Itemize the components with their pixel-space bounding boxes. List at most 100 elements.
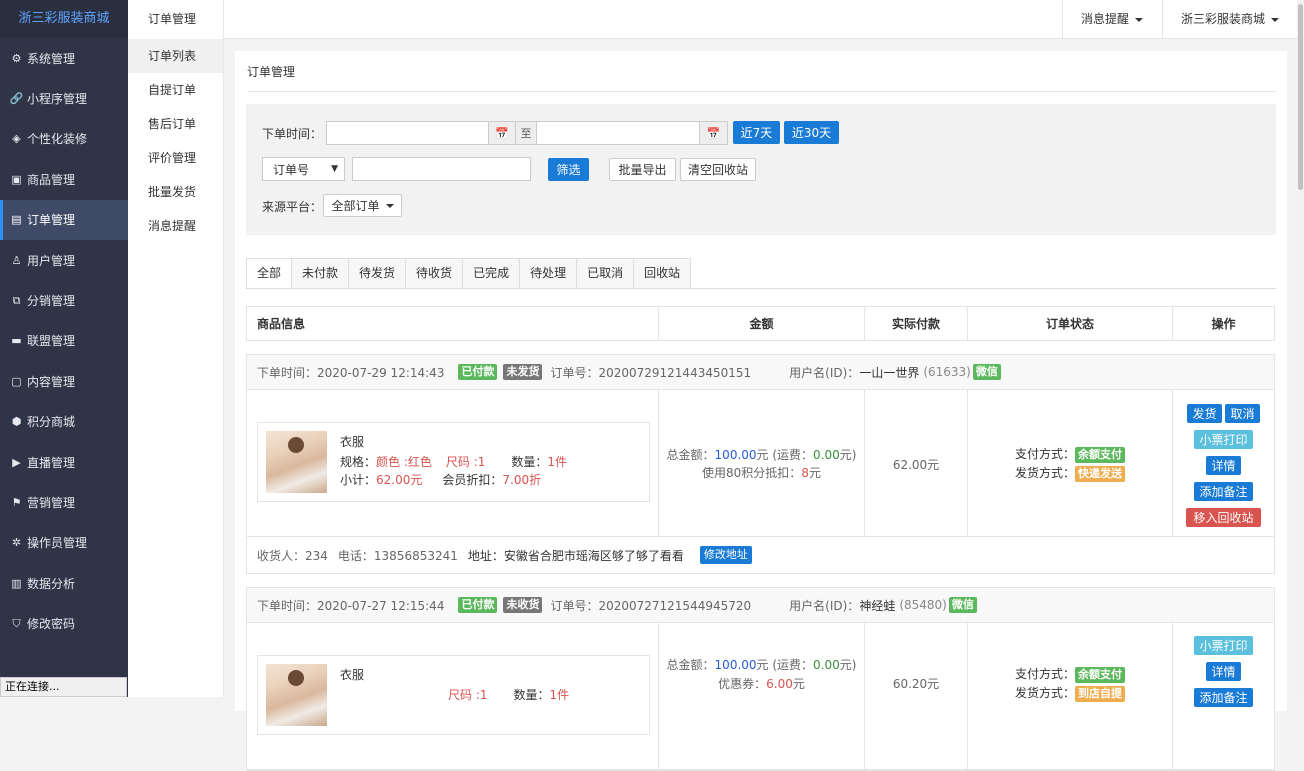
calendar-icon[interactable]: 📅 [488, 121, 516, 145]
subnav-item-aftersale[interactable]: 售后订单 [128, 107, 223, 141]
col-status: 订单状态 [968, 307, 1173, 340]
detail-button[interactable]: 详情 [1206, 662, 1241, 681]
print-receipt-button[interactable]: 小票打印 [1194, 430, 1253, 449]
page-scrollbar[interactable] [1297, 0, 1304, 697]
order-tabs: 全部 未付款 待发货 待收货 已完成 待处理 已取消 回收站 [246, 258, 691, 289]
subnav-item-notice[interactable]: 消息提醒 [128, 209, 223, 243]
order-number: 订单号：20200727121544945720 [550, 597, 751, 614]
tab-to-ship[interactable]: 待发货 [349, 258, 406, 289]
platform-label: 来源平台： [262, 198, 322, 215]
discount-value: 7.00折 [502, 473, 541, 487]
print-receipt-button[interactable]: 小票打印 [1194, 636, 1253, 655]
sidebar-item-goods[interactable]: ▣商品管理 [0, 159, 128, 199]
sidebar-item-password[interactable]: ⛉修改密码 [0, 603, 128, 643]
search-input[interactable] [352, 157, 531, 181]
batch-export-button[interactable]: 批量导出 [609, 158, 676, 181]
order-card: 下单时间：2020-07-27 12:15:44 已付款 未收货 订单号：202… [246, 587, 1275, 771]
tab-cancelled[interactable]: 已取消 [577, 258, 634, 289]
points-label: 使用80积分抵扣： [702, 466, 801, 480]
paid-cell: 60.20元 [865, 623, 968, 769]
platform-badge: 微信 [973, 364, 1001, 380]
qty-label: 数量： [511, 455, 547, 469]
search-field-select[interactable]: 订单号▼ [262, 157, 345, 181]
goods-thumbnail[interactable] [266, 431, 327, 493]
bag-icon: ▣ [10, 173, 23, 186]
cog-icon: ✲ [10, 536, 23, 549]
sidebar-item-points-mall[interactable]: ⬢积分商城 [0, 402, 128, 442]
store-dropdown[interactable]: 浙三彩服装商城 [1162, 0, 1297, 39]
spec-size: 尺码 :1 [448, 688, 488, 702]
cube-icon: ⬢ [10, 415, 23, 428]
panel-title: 订单管理 [247, 63, 295, 80]
decoration-icon: ◈ [10, 132, 23, 145]
order-header: 下单时间：2020-07-27 12:15:44 已付款 未收货 订单号：202… [247, 588, 1274, 623]
goods-thumbnail[interactable] [266, 664, 327, 726]
sidebar-item-label: 内容管理 [27, 373, 75, 390]
ship-button[interactable]: 发货 [1187, 404, 1222, 423]
ship-method: 发货方式：快递发送 [968, 464, 1172, 482]
clear-recycle-button[interactable]: 清空回收站 [680, 158, 756, 181]
sidebar-item-marketing[interactable]: ⚑营销管理 [0, 482, 128, 522]
sidebar-item-alliance[interactable]: ▬联盟管理 [0, 321, 128, 361]
tab-completed[interactable]: 已完成 [463, 258, 520, 289]
address: 地址：安徽省合肥市瑶海区够了够了看看 [468, 547, 684, 564]
move-to-recycle-button[interactable]: 移入回收站 [1186, 508, 1261, 527]
notice-dropdown[interactable]: 消息提醒 [1062, 0, 1162, 39]
total-value: 100.00 [715, 658, 757, 672]
tab-unpaid[interactable]: 未付款 [292, 258, 349, 289]
cancel-button[interactable]: 取消 [1225, 404, 1260, 423]
sidebar-item-miniprogram[interactable]: 🔗小程序管理 [0, 78, 128, 118]
amount-cell: 总金额：100.00元 (运费：0.00元) 使用80积分抵扣：8元 [659, 390, 865, 536]
end-date-input[interactable] [536, 121, 700, 145]
sidebar-item-label: 小程序管理 [27, 90, 87, 107]
sidebar-item-operators[interactable]: ✲操作员管理 [0, 523, 128, 563]
tab-all[interactable]: 全部 [246, 258, 292, 289]
sidebar-item-orders[interactable]: ▤订单管理 [0, 200, 128, 240]
filter-button[interactable]: 筛选 [548, 158, 589, 181]
calendar-icon[interactable]: 📅 [699, 121, 728, 145]
subnav-item-pickup[interactable]: 自提订单 [128, 73, 223, 107]
sidebar-item-decoration[interactable]: ◈个性化装修 [0, 119, 128, 159]
sidebar-item-label: 分销管理 [27, 292, 75, 309]
goods-cell: 衣服 规格：颜色 :红色尺码 :1数量：1件 小计：62.00元会员折扣：7.0… [247, 390, 659, 536]
total-amount: 总金额：100.00元 (运费：0.00元) [659, 656, 864, 673]
coupon-label: 优惠券： [718, 677, 766, 691]
sidebar-item-live[interactable]: ▶直播管理 [0, 442, 128, 482]
start-date-input[interactable] [326, 121, 489, 145]
amount-cell: 总金额：100.00元 (运费：0.00元) 优惠券：6.00元 [659, 623, 865, 769]
sidebar-item-analytics[interactable]: ▥数据分析 [0, 563, 128, 603]
platform-dropdown[interactable]: 全部订单 [323, 194, 402, 217]
subnav: 订单管理 订单列表 自提订单 售后订单 评价管理 批量发货 消息提醒 [128, 0, 224, 697]
spec-color: 颜色 :红色 [376, 455, 432, 469]
tab-pending[interactable]: 待处理 [520, 258, 577, 289]
notice-label: 消息提醒 [1081, 12, 1129, 26]
subnav-item-order-list[interactable]: 订单列表 [128, 39, 223, 73]
detail-button[interactable]: 详情 [1206, 456, 1241, 475]
sidebar-item-content[interactable]: ▢内容管理 [0, 361, 128, 401]
ship-status-badge: 未收货 [503, 597, 542, 613]
scrollbar-thumb[interactable] [1298, 4, 1303, 190]
add-note-button[interactable]: 添加备注 [1194, 482, 1253, 501]
tab-to-receive[interactable]: 待收货 [406, 258, 463, 289]
actions-cell: 发货 取消 小票打印 详情 添加备注 移入回收站 [1173, 390, 1274, 536]
order-header: 下单时间：2020-07-29 12:14:43 已付款 未发货 订单号：202… [247, 355, 1274, 390]
pay-status-badge: 已付款 [458, 364, 497, 380]
col-amount: 金额 [659, 307, 865, 340]
bar-chart-icon: ▥ [10, 577, 23, 590]
brand-title[interactable]: 浙三彩服装商城 [0, 0, 128, 38]
order-body: 衣服 规格：颜色 :红色尺码 :1数量：1件 小计：62.00元会员折扣：7.0… [247, 390, 1274, 537]
sidebar-item-users[interactable]: ♙用户管理 [0, 240, 128, 280]
sidebar-item-system[interactable]: ⚙系统管理 [0, 38, 128, 78]
last-30-days-button[interactable]: 近30天 [784, 121, 839, 144]
edit-address-button[interactable]: 修改地址 [700, 546, 752, 564]
tab-recycle-bin[interactable]: 回收站 [634, 258, 691, 289]
order-number: 订单号：20200729121443450151 [550, 364, 751, 381]
subnav-item-reviews[interactable]: 评价管理 [128, 141, 223, 175]
subnav-item-batch-ship[interactable]: 批量发货 [128, 175, 223, 209]
add-note-button[interactable]: 添加备注 [1194, 688, 1253, 707]
last-7-days-button[interactable]: 近7天 [733, 121, 780, 144]
sidebar-item-distribution[interactable]: ⧉分销管理 [0, 280, 128, 320]
total-amount: 总金额：100.00元 (运费：0.00元) [659, 446, 864, 463]
total-unit: 元 (运费： [757, 658, 814, 672]
ship-method-label: 发货方式： [1015, 466, 1075, 480]
